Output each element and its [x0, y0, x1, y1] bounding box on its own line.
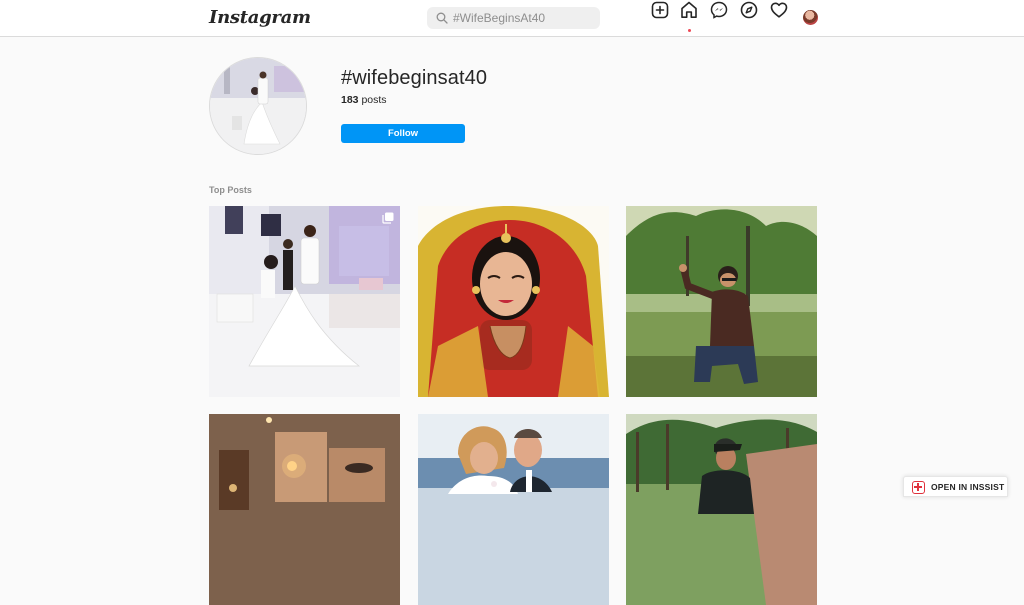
profile-avatar[interactable]	[803, 10, 818, 25]
heart-icon[interactable]	[769, 0, 789, 20]
inssist-label: OPEN IN INSSIST	[931, 482, 1005, 492]
post-tile[interactable]	[418, 206, 609, 397]
post-tile[interactable]	[626, 206, 817, 397]
post-tile[interactable]	[209, 206, 400, 397]
post-image	[626, 414, 817, 605]
instagram-logo[interactable]: Instagram	[209, 7, 311, 28]
post-image	[626, 206, 817, 397]
post-tile[interactable]	[626, 414, 817, 605]
inssist-icon	[912, 481, 925, 494]
hashtag-profile-image	[209, 57, 307, 155]
hashtag-title: #wifebeginsat40	[341, 67, 488, 89]
new-post-icon[interactable]	[650, 0, 670, 20]
search-icon	[436, 12, 448, 24]
post-image	[418, 206, 609, 397]
explore-icon[interactable]	[739, 0, 759, 20]
home-icon[interactable]	[679, 0, 699, 20]
post-tile[interactable]	[418, 414, 609, 605]
top-posts-heading: Top Posts	[209, 185, 252, 195]
post-image	[418, 414, 609, 605]
search-input[interactable]	[453, 7, 593, 29]
multiple-images-icon	[382, 212, 394, 224]
messenger-icon[interactable]	[709, 0, 729, 20]
home-active-dot	[688, 29, 691, 32]
top-navigation-bar: Instagram	[0, 0, 1024, 37]
post-tile[interactable]	[209, 414, 400, 605]
search-box[interactable]	[427, 7, 600, 29]
post-image	[209, 414, 400, 605]
posts-count: 183 posts	[341, 94, 387, 106]
post-image	[209, 206, 400, 397]
follow-button[interactable]: Follow	[341, 124, 465, 143]
posts-count-number: 183	[341, 94, 359, 106]
open-in-inssist-button[interactable]: OPEN IN INSSIST	[903, 476, 1008, 497]
posts-count-label: posts	[358, 94, 387, 106]
